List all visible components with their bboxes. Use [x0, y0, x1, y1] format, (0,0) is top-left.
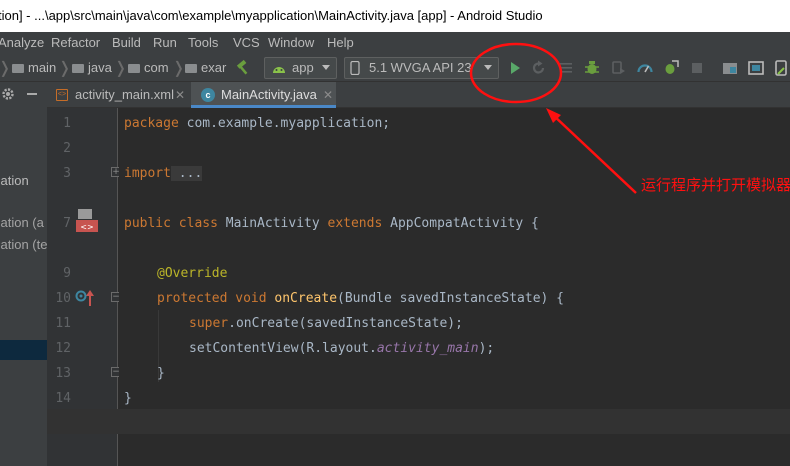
annotation-overlay: [469, 42, 637, 194]
annotation-text: 运行程序并打开模拟器: [641, 176, 790, 194]
annotation-arrow: [551, 113, 637, 194]
annotation-circle: [469, 42, 563, 104]
